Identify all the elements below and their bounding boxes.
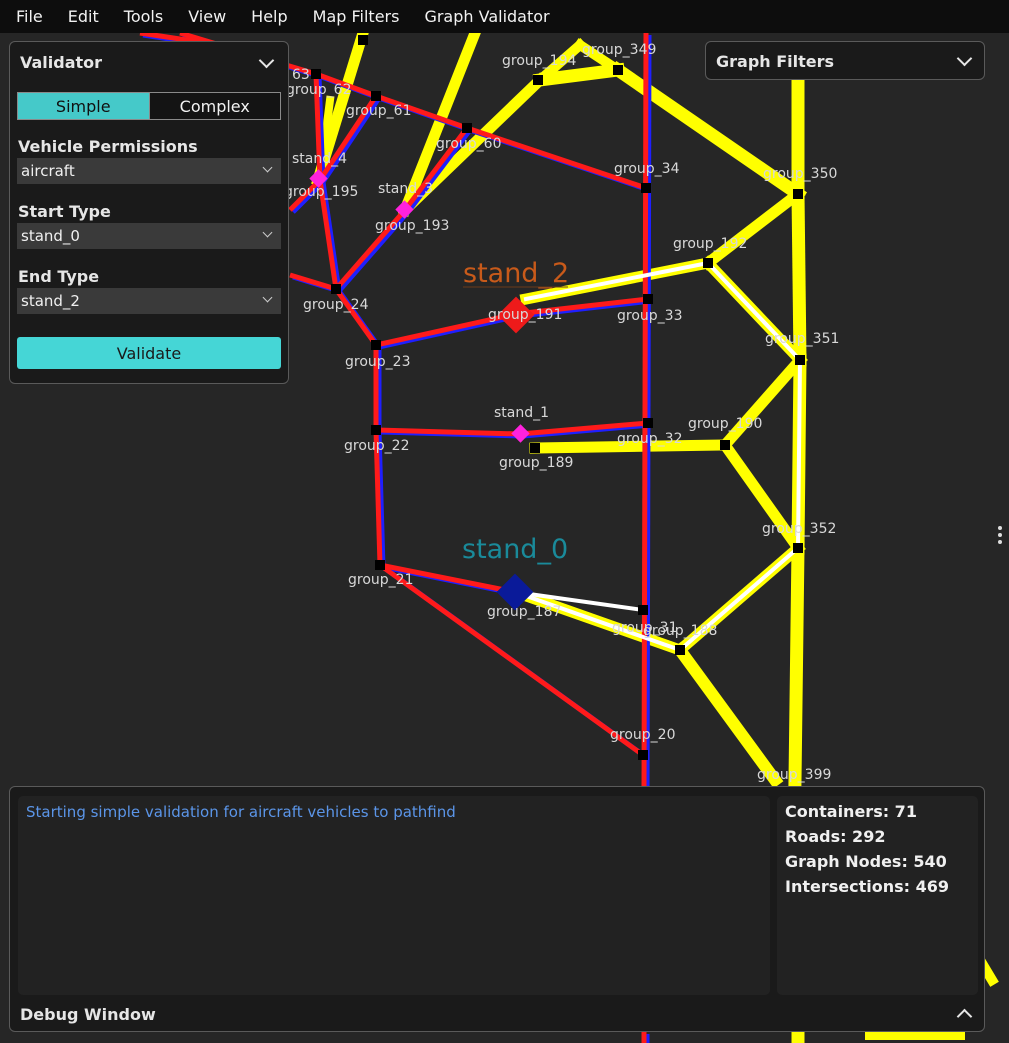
vehicle-permissions-label: Vehicle Permissions: [18, 137, 198, 156]
end-type-select[interactable]: stand_2: [17, 288, 281, 314]
chevron-down-icon: [262, 292, 273, 303]
graph-filters-panel[interactable]: Graph Filters: [705, 41, 985, 80]
menu-view[interactable]: View: [188, 7, 226, 26]
validate-button[interactable]: Validate: [17, 337, 281, 369]
node-label: group_194: [502, 53, 576, 69]
stat-roads: Roads: 292: [785, 827, 886, 846]
menu-file[interactable]: File: [16, 7, 43, 26]
debug-log: Starting simple validation for aircraft …: [18, 796, 770, 995]
start-type-select[interactable]: stand_0: [17, 223, 281, 249]
node-label: group_189: [499, 455, 573, 471]
debug-window-title: Debug Window: [20, 1005, 156, 1024]
start-type-value: stand_0: [21, 227, 80, 245]
collapse-validator-icon[interactable]: [258, 52, 275, 69]
node-label: group_20: [610, 727, 675, 743]
node-label: group_62: [286, 82, 351, 98]
node-label: stand_3: [378, 181, 433, 197]
node-label: group_187: [487, 604, 561, 620]
node-label: group_191: [488, 307, 562, 323]
start-type-label: Start Type: [18, 202, 111, 221]
node-label: group_399: [757, 767, 831, 783]
stat-intersections: Intersections: 469: [785, 877, 949, 896]
stat-containers: Containers: 71: [785, 802, 917, 821]
validator-title: Validator: [20, 53, 103, 72]
mode-toggle: Simple Complex: [17, 92, 281, 120]
end-type-label: End Type: [18, 267, 100, 286]
complex-mode-button[interactable]: Complex: [148, 93, 280, 119]
log-line: Starting simple validation for aircraft …: [26, 803, 456, 821]
node-label: group_192: [673, 236, 747, 252]
end-stand-label: stand_2: [463, 258, 569, 289]
node-label: group_195: [284, 184, 358, 200]
node-label: group_33: [617, 308, 682, 324]
vehicle-permissions-select[interactable]: aircraft: [17, 158, 281, 184]
node-label: group_349: [582, 42, 656, 58]
validator-panel: Validator Simple Complex Vehicle Permiss…: [9, 41, 289, 384]
end-type-value: stand_2: [21, 292, 80, 310]
menu-tools[interactable]: Tools: [124, 7, 163, 26]
menu-graph-validator[interactable]: Graph Validator: [424, 7, 549, 26]
node-label: group_61: [346, 103, 411, 119]
node-label: group_190: [688, 416, 762, 432]
chevron-down-icon: [262, 227, 273, 238]
node-label: stand_1: [494, 405, 549, 421]
vehicle-permissions-value: aircraft: [21, 162, 75, 180]
menu-edit[interactable]: Edit: [68, 7, 99, 26]
chevron-down-icon: [262, 162, 273, 173]
chevron-up-icon[interactable]: [956, 1008, 973, 1025]
node-label: group_193: [375, 218, 449, 234]
node-label: group_60: [436, 136, 501, 152]
menu-bar: File Edit Tools View Help Map Filters Gr…: [0, 0, 1009, 33]
stat-graph-nodes: Graph Nodes: 540: [785, 852, 947, 871]
node-label: group_23: [345, 354, 410, 370]
node-label: group_34: [614, 161, 680, 177]
node-label: group_21: [348, 572, 413, 588]
node-label: stand_4: [292, 151, 347, 167]
more-options-icon[interactable]: [996, 526, 1004, 548]
graph-filters-title: Graph Filters: [716, 52, 835, 71]
stats-box: Containers: 71 Roads: 292 Graph Nodes: 5…: [777, 796, 978, 995]
node-label: group_22: [344, 438, 409, 454]
node-label: group_352: [762, 521, 836, 537]
node-label: group_32: [617, 431, 682, 447]
node-label: group_24: [303, 297, 369, 313]
menu-help[interactable]: Help: [251, 7, 287, 26]
debug-window: Starting simple validation for aircraft …: [9, 786, 985, 1032]
menu-map-filters[interactable]: Map Filters: [313, 7, 400, 26]
node-label: group_188: [643, 623, 717, 639]
node-label: group_351: [765, 331, 839, 347]
chevron-down-icon[interactable]: [956, 50, 973, 67]
node-label: group_350: [763, 166, 837, 182]
node-label: 63: [292, 67, 310, 83]
start-stand-label: stand_0: [462, 534, 568, 565]
simple-mode-button[interactable]: Simple: [18, 93, 149, 119]
